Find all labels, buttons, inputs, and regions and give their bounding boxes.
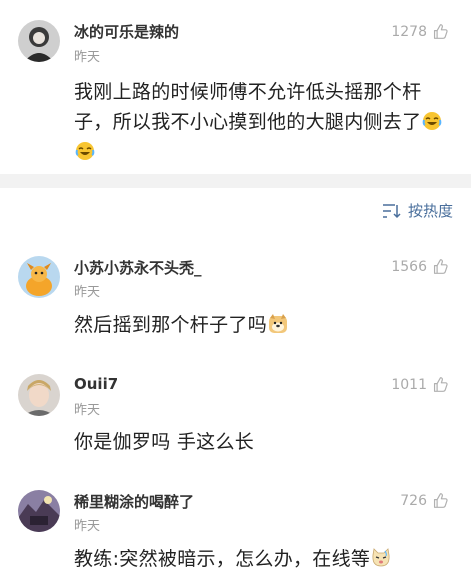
like-button[interactable]: 1011 (391, 376, 449, 393)
avatar[interactable] (18, 256, 60, 298)
like-count: 726 (400, 492, 427, 509)
like-count: 1011 (391, 376, 427, 393)
cat-emoji (371, 548, 391, 568)
avatar[interactable] (18, 374, 60, 416)
laugh-cry-emoji (422, 111, 442, 131)
comment-text: 然后摇到那个杆子了吗 (74, 310, 451, 340)
comment-time: 昨天 (74, 403, 101, 418)
like-button[interactable]: 1278 (391, 23, 449, 40)
thumbs-up-icon (432, 258, 449, 275)
section-divider (0, 174, 471, 188)
sort-icon (382, 203, 402, 219)
sort-label: 按热度 (407, 202, 453, 220)
like-button[interactable]: 1566 (391, 258, 449, 275)
like-count: 1278 (391, 23, 427, 40)
thumbs-up-icon (432, 492, 449, 509)
thumbs-up-icon (432, 376, 449, 393)
like-count: 1566 (391, 258, 427, 275)
doge-emoji (268, 314, 288, 334)
comment-time: 昨天 (74, 50, 101, 65)
comment-text: 教练:突然被暗示，怎么办，在线等 (74, 544, 451, 574)
comment-text: 我刚上路的时候师傅不允许低头摇那个杆子，所以我不小心摸到他的大腿内侧去了 (74, 77, 451, 167)
author-name[interactable]: 冰的可乐是辣的 (74, 21, 179, 42)
avatar[interactable] (18, 490, 60, 532)
sort-by-hot-button[interactable]: 按热度 (382, 200, 453, 221)
author-name[interactable]: Ouii7 (74, 375, 118, 393)
comment-text: 你是伽罗吗 手这么长 (74, 431, 255, 453)
thumbs-up-icon (432, 23, 449, 40)
avatar[interactable] (18, 20, 60, 62)
comment-time: 昨天 (74, 519, 101, 534)
author-name[interactable]: 小苏小苏永不头秃_ (74, 257, 202, 278)
laugh-cry-emoji (75, 141, 95, 161)
like-button[interactable]: 726 (400, 492, 449, 509)
comment-time: 昨天 (74, 285, 101, 300)
author-name[interactable]: 稀里糊涂的喝醉了 (74, 491, 194, 512)
